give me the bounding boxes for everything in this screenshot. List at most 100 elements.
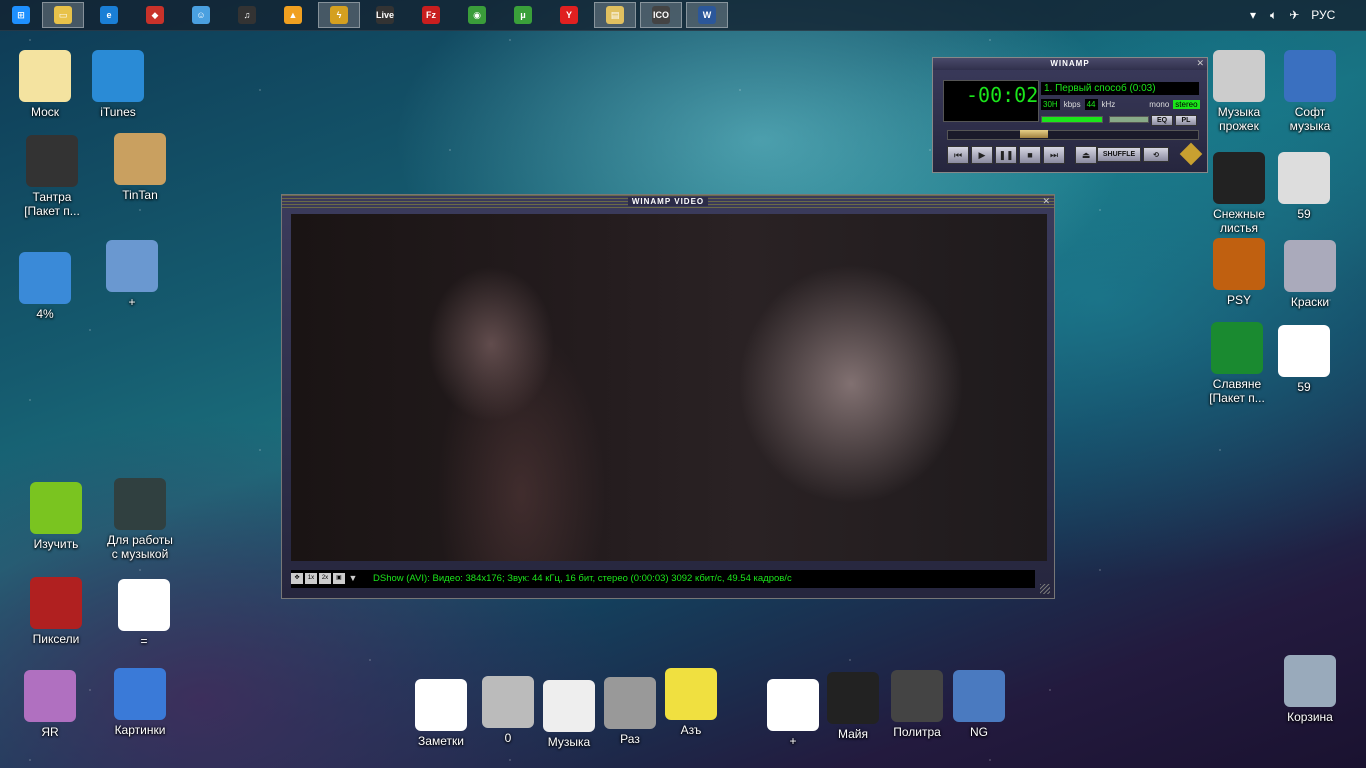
- icon-label: Картинки: [114, 723, 166, 737]
- icon-kraski[interactable]: Краски: [1272, 240, 1348, 309]
- taskbar-button[interactable]: ◆: [134, 2, 176, 28]
- ico-icon: ICO: [652, 6, 670, 24]
- winamp-time[interactable]: -00:02: [966, 83, 1038, 107]
- close-icon[interactable]: ✕: [1196, 58, 1204, 69]
- video-title-bar[interactable]: WINAMP VIDEO: [282, 195, 1054, 209]
- winamp-logo-icon[interactable]: [1179, 142, 1203, 166]
- taskbar-button[interactable]: ▲: [272, 2, 314, 28]
- taskbar-button[interactable]: ▭: [42, 2, 84, 28]
- dropdown-icon[interactable]: ▼: [347, 573, 359, 584]
- icon-tantra[interactable]: Тантра [Пакет п...: [14, 135, 90, 218]
- stop-button[interactable]: ■: [1019, 146, 1041, 164]
- taskbar-button[interactable]: e: [88, 2, 130, 28]
- icon-59-a[interactable]: 59: [1266, 152, 1342, 221]
- politra-icon: [891, 670, 943, 722]
- icon-plus[interactable]: +: [94, 240, 170, 309]
- icon-psy[interactable]: PSY: [1201, 238, 1277, 307]
- eq-button[interactable]: EQ: [1151, 115, 1173, 126]
- mono-indicator: mono: [1149, 100, 1170, 109]
- aimp-icon: ▲: [284, 6, 302, 24]
- icon-pikseli[interactable]: Пиксели: [18, 577, 94, 646]
- icon-label: 4%: [36, 307, 54, 321]
- volume-slider[interactable]: [1041, 116, 1103, 123]
- seek-handle[interactable]: [1020, 130, 1048, 138]
- icon-muzyka-prozhek[interactable]: Музыка прожек: [1201, 50, 1277, 133]
- winamp-video-window[interactable]: WINAMP VIDEO ✕ ✥ 1x 2x ▣ ▼ DShow (AVI): …: [281, 194, 1055, 599]
- shuffle-button[interactable]: SHUFFLE: [1097, 147, 1141, 162]
- psy-icon: [1213, 238, 1265, 290]
- seek-bar[interactable]: [947, 130, 1199, 140]
- video-status-bar: ✥ 1x 2x ▣ ▼ DShow (AVI): Видео: 384x176;…: [291, 570, 1035, 588]
- yandex-icon: Y: [560, 6, 578, 24]
- taskbar-button[interactable]: ▤: [594, 2, 636, 28]
- video-screen[interactable]: [291, 214, 1047, 561]
- icon-zametki[interactable]: Заметки: [403, 679, 479, 748]
- icon-tintan[interactable]: TinTan: [102, 133, 178, 202]
- icon-equals[interactable]: =: [106, 579, 182, 648]
- icon-label: Пиксели: [32, 632, 80, 646]
- icon-label: Заметки: [418, 734, 464, 748]
- next-button[interactable]: ⏭: [1043, 146, 1065, 164]
- eject-button[interactable]: ⏏: [1075, 146, 1097, 164]
- previous-button[interactable]: ⏮: [947, 146, 969, 164]
- icon-4[interactable]: 4%: [7, 252, 83, 321]
- equals-icon: [118, 579, 170, 631]
- balance-slider[interactable]: [1109, 116, 1149, 123]
- play-button[interactable]: ▶: [971, 146, 993, 164]
- explorer-icon: ▭: [54, 6, 72, 24]
- taskbar-button[interactable]: ⊞: [0, 2, 42, 28]
- icon-soft-muzyka[interactable]: Софт музыка: [1272, 50, 1348, 133]
- icon-az[interactable]: Азъ: [653, 668, 729, 737]
- taskbar-button[interactable]: ☺: [180, 2, 222, 28]
- winamp-main-window[interactable]: WINAMP ✕ -00:02 1. Первый способ (0:03) …: [932, 57, 1208, 173]
- icon-izuchit[interactable]: Изучить: [18, 482, 94, 551]
- video-controls: ✥ 1x 2x ▣ ▼: [291, 573, 359, 584]
- icon-mosk[interactable]: Моск: [7, 50, 83, 119]
- icon-yar[interactable]: ЯR: [12, 670, 88, 739]
- taskbar-button[interactable]: ♫: [226, 2, 268, 28]
- winamp-track-title[interactable]: 1. Первый способ (0:03): [1041, 82, 1199, 95]
- icon-59-b[interactable]: 59: [1266, 325, 1342, 394]
- icon-kartinki[interactable]: Картинки: [102, 668, 178, 737]
- app-icon: ◆: [146, 6, 164, 24]
- start-icon: ⊞: [12, 6, 30, 24]
- icon-korzina[interactable]: Корзина: [1272, 655, 1348, 724]
- taskbar-button[interactable]: μ: [502, 2, 544, 28]
- taskbar-button[interactable]: W: [686, 2, 728, 28]
- pl-button[interactable]: PL: [1175, 115, 1197, 126]
- icon-ng[interactable]: NG: [941, 670, 1017, 739]
- tv-icon[interactable]: ▣: [333, 573, 345, 584]
- zoom-2x-button[interactable]: 2x: [319, 573, 331, 584]
- close-icon[interactable]: ✕: [1042, 196, 1050, 207]
- 0-icon: [482, 676, 534, 728]
- finder-icon: ☺: [192, 6, 210, 24]
- language-indicator[interactable]: РУС: [1311, 8, 1335, 22]
- icon-dlya-raboty[interactable]: Для работы с музыкой: [102, 478, 178, 561]
- chrome-icon: ◉: [468, 6, 486, 24]
- taskbar-button[interactable]: ◉: [456, 2, 498, 28]
- taskbar-button[interactable]: Y: [548, 2, 590, 28]
- airplane-icon[interactable]: ✈: [1289, 8, 1299, 22]
- zoom-1x-button[interactable]: 1x: [305, 573, 317, 584]
- icon-itunes[interactable]: iTunes: [80, 50, 156, 119]
- fullscreen-icon[interactable]: ✥: [291, 573, 303, 584]
- taskbar-button[interactable]: ϟ: [318, 2, 360, 28]
- video-status-text: DShow (AVI): Видео: 384x176; Звук: 44 кГ…: [373, 573, 792, 584]
- winamp-title[interactable]: WINAMP: [933, 58, 1207, 70]
- taskbar-button[interactable]: ICO: [640, 2, 682, 28]
- taskbar-button[interactable]: Live: [364, 2, 406, 28]
- system-tray: ▾ 🔈︎ ✈ РУС: [1250, 0, 1335, 30]
- icon-label: Краски: [1290, 295, 1330, 309]
- taskbar: ▾ 🔈︎ ✈ РУС ⊞ ▭ e ◆ ☺ ♫ ▲ ϟ Live Fz ◉ μ Y ▤ ICO W: [0, 0, 1366, 31]
- live-icon: Live: [376, 6, 394, 24]
- chevron-up-icon[interactable]: ▾: [1250, 8, 1256, 22]
- icon-slavyane[interactable]: Славяне [Пакет п...: [1199, 322, 1275, 405]
- winamp-display: -00:02: [943, 80, 1039, 122]
- pause-button[interactable]: ❚❚: [995, 146, 1017, 164]
- volume-icon[interactable]: 🔈︎: [1270, 8, 1277, 23]
- repeat-button[interactable]: ⟲: [1143, 147, 1169, 162]
- resize-grip-icon[interactable]: [1040, 584, 1050, 594]
- icon-label: Славяне [Пакет п...: [1209, 377, 1265, 405]
- taskbar-button[interactable]: Fz: [410, 2, 452, 28]
- icon-label: Моск: [30, 105, 60, 119]
